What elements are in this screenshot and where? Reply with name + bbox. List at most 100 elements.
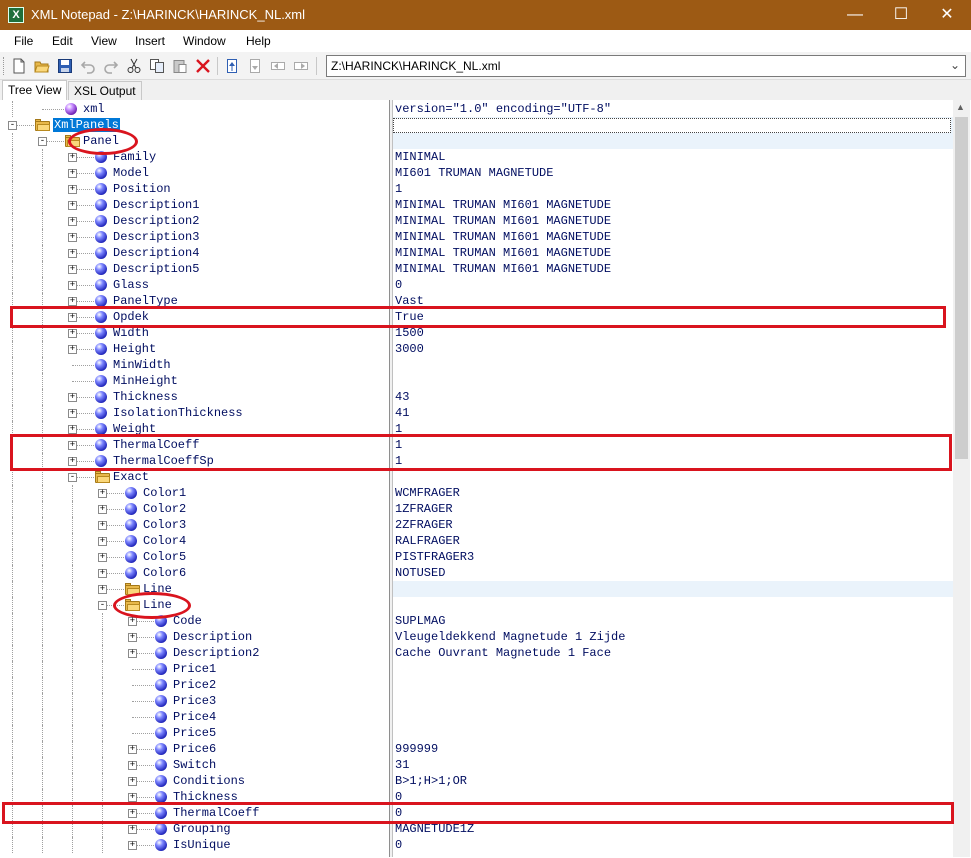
nudge-down-icon[interactable] — [247, 58, 263, 74]
value-row-thickness[interactable]: 43 — [393, 389, 953, 405]
new-document-icon[interactable] — [11, 58, 27, 74]
value-row-price2[interactable] — [393, 677, 953, 693]
value-row-color5[interactable]: PISTFRAGER3 — [393, 549, 953, 565]
collapse-toggle-icon[interactable]: - — [38, 137, 47, 146]
expand-toggle-icon[interactable]: + — [68, 217, 77, 226]
node-value[interactable]: MINIMAL TRUMAN MI601 MAGNETUDE — [395, 262, 611, 276]
expand-toggle-icon[interactable]: + — [128, 761, 137, 770]
tree-node-description2[interactable]: + Description2 — [3, 213, 390, 229]
value-row-isolationthickness[interactable]: 41 — [393, 405, 953, 421]
value-row-xml[interactable]: version="1.0" encoding="UTF-8" — [393, 101, 953, 117]
node-value[interactable]: 1 — [395, 182, 402, 196]
node-value[interactable]: 0 — [395, 278, 402, 292]
menu-window[interactable]: Window — [183, 34, 226, 48]
node-value[interactable]: MINIMAL TRUMAN MI601 MAGNETUDE — [395, 198, 611, 212]
tree-node-exact[interactable]: - Exact — [3, 469, 390, 485]
tree-node-label[interactable]: Price5 — [173, 726, 216, 740]
expand-toggle-icon[interactable]: + — [68, 425, 77, 434]
expand-toggle-icon[interactable]: + — [98, 521, 107, 530]
node-value[interactable]: 31 — [395, 758, 409, 772]
node-value[interactable]: MI601 TRUMAN MAGNETUDE — [395, 166, 553, 180]
value-row-isunique[interactable]: 0 — [393, 837, 953, 853]
tree-node-label[interactable]: Glass — [113, 278, 149, 292]
tree-node-color4[interactable]: + Color4 — [3, 533, 390, 549]
value-row-description5[interactable]: MINIMAL TRUMAN MI601 MAGNETUDE — [393, 261, 953, 277]
node-value[interactable]: 0 — [395, 838, 402, 852]
value-row-description[interactable]: Vleugeldekkend Magnetude 1 Zijde — [393, 629, 953, 645]
tree-node-color6[interactable]: + Color6 — [3, 565, 390, 581]
tree-node-description2[interactable]: + Description2 — [3, 645, 390, 661]
node-value[interactable]: 41 — [395, 406, 409, 420]
value-row-xmlpanels[interactable] — [393, 117, 953, 133]
menu-view[interactable]: View — [91, 34, 117, 48]
node-value[interactable]: version="1.0" encoding="UTF-8" — [395, 102, 611, 116]
value-row-color3[interactable]: 2ZFRAGER — [393, 517, 953, 533]
expand-toggle-icon[interactable]: + — [98, 553, 107, 562]
scroll-up-arrow-icon[interactable]: ▲ — [956, 102, 965, 112]
node-value[interactable]: 43 — [395, 390, 409, 404]
node-value[interactable]: RALFRAGER — [395, 534, 460, 548]
value-row-family[interactable]: MINIMAL — [393, 149, 953, 165]
value-row-description2[interactable]: Cache Ouvrant Magnetude 1 Face — [393, 645, 953, 661]
tree-node-label[interactable]: Height — [113, 342, 156, 356]
node-value[interactable]: PISTFRAGER3 — [395, 550, 474, 564]
tree-node-label[interactable]: IsUnique — [173, 838, 231, 852]
value-row-conditions[interactable]: B>1;H>1;OR — [393, 773, 953, 789]
menu-file[interactable]: File — [14, 34, 33, 48]
value-row-minheight[interactable] — [393, 373, 953, 389]
tree-node-position[interactable]: + Position — [3, 181, 390, 197]
tree-node-minheight[interactable]: MinHeight — [3, 373, 390, 389]
tree-node-label[interactable]: Thickness — [113, 390, 178, 404]
tree-node-label[interactable]: Color3 — [143, 518, 186, 532]
expand-toggle-icon[interactable]: + — [128, 793, 137, 802]
open-folder-icon[interactable] — [34, 58, 50, 74]
expand-toggle-icon[interactable]: + — [128, 841, 137, 850]
minimize-button[interactable]: — — [832, 0, 878, 30]
tab-tree-view[interactable]: Tree View — [2, 80, 68, 100]
tree-node-price1[interactable]: Price1 — [3, 661, 390, 677]
expand-toggle-icon[interactable]: + — [68, 345, 77, 354]
value-row-description1[interactable]: MINIMAL TRUMAN MI601 MAGNETUDE — [393, 197, 953, 213]
tree-node-label[interactable]: Color4 — [143, 534, 186, 548]
tree-node-minwidth[interactable]: MinWidth — [3, 357, 390, 373]
tree-node-label[interactable]: Description3 — [113, 230, 199, 244]
node-value[interactable]: MINIMAL TRUMAN MI601 MAGNETUDE — [395, 214, 611, 228]
node-value[interactable]: MINIMAL TRUMAN MI601 MAGNETUDE — [395, 230, 611, 244]
node-value[interactable]: NOTUSED — [395, 566, 445, 580]
tab-xsl-output[interactable]: XSL Output — [68, 81, 142, 100]
tree-node-label[interactable]: Description — [173, 630, 252, 644]
tree-node-price5[interactable]: Price5 — [3, 725, 390, 741]
tree-node-line[interactable]: + Line — [3, 581, 390, 597]
expand-toggle-icon[interactable]: + — [68, 281, 77, 290]
tree-node-label[interactable]: Code — [173, 614, 202, 628]
value-edit-box[interactable] — [393, 118, 951, 133]
expand-toggle-icon[interactable]: + — [98, 489, 107, 498]
tree-node-label[interactable]: Grouping — [173, 822, 231, 836]
tree-node-xml[interactable]: xml — [3, 101, 390, 117]
expand-toggle-icon[interactable]: + — [128, 617, 137, 626]
nudge-up-icon[interactable] — [224, 58, 240, 74]
tree-node-model[interactable]: + Model — [3, 165, 390, 181]
file-path-combobox[interactable]: Z:\HARINCK\HARINCK_NL.xml ⌄ — [326, 55, 966, 77]
delete-icon[interactable] — [195, 58, 211, 74]
tree-node-color5[interactable]: + Color5 — [3, 549, 390, 565]
tree-node-glass[interactable]: + Glass — [3, 277, 390, 293]
value-row-glass[interactable]: 0 — [393, 277, 953, 293]
save-icon[interactable] — [57, 58, 73, 74]
tree-node-label[interactable]: IsolationThickness — [113, 406, 243, 420]
tree-node-label[interactable]: Color6 — [143, 566, 186, 580]
value-row-code[interactable]: SUPLMAG — [393, 613, 953, 629]
node-values-pane[interactable]: version="1.0" encoding="UTF-8" MINIMAL MI6… — [393, 100, 953, 857]
copy-icon[interactable] — [149, 58, 165, 74]
value-row-line[interactable] — [393, 581, 953, 597]
tree-node-family[interactable]: + Family — [3, 149, 390, 165]
expand-toggle-icon[interactable]: + — [68, 233, 77, 242]
paste-icon[interactable] — [172, 58, 188, 74]
vertical-scrollbar[interactable]: ▲ — [953, 100, 970, 857]
tree-node-label[interactable]: Description1 — [113, 198, 199, 212]
tree-node-label[interactable]: Color2 — [143, 502, 186, 516]
expand-toggle-icon[interactable]: + — [68, 393, 77, 402]
value-row-color1[interactable]: WCMFRAGER — [393, 485, 953, 501]
tree-node-color1[interactable]: + Color1 — [3, 485, 390, 501]
menu-help[interactable]: Help — [246, 34, 271, 48]
